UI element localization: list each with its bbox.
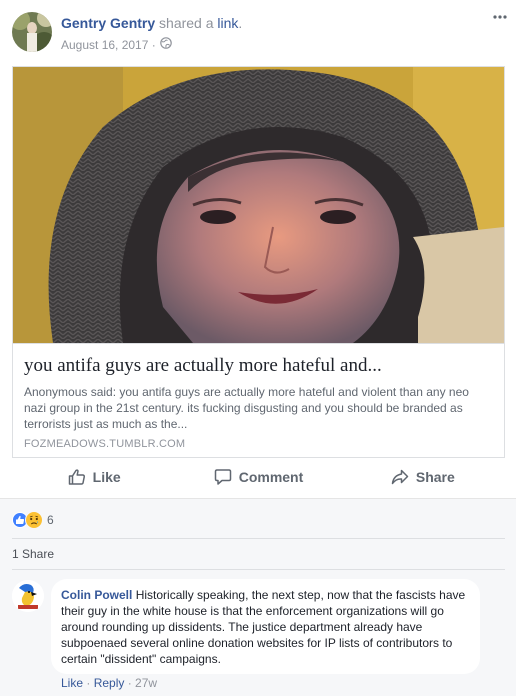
shared-link-card[interactable]: you antifa guys are actually more hatefu… — [12, 66, 505, 458]
like-label: Like — [92, 469, 121, 485]
comment-bubble-icon — [214, 468, 232, 486]
comment-reply-link[interactable]: Reply — [94, 676, 125, 690]
comment-like-link[interactable]: Like — [61, 676, 83, 690]
divider — [12, 538, 505, 539]
comment-label: Comment — [238, 469, 304, 485]
link-text-area[interactable]: you antifa guys are actually more hatefu… — [13, 343, 504, 457]
commenter-name[interactable]: Colin Powell — [61, 588, 132, 602]
shared-link-word[interactable]: link — [217, 15, 238, 31]
comment-button[interactable]: Comment — [176, 458, 340, 496]
separator-dot: · — [83, 676, 94, 690]
share-label: Share — [415, 469, 455, 485]
sad-reaction-icon — [25, 511, 43, 529]
author-name[interactable]: Gentry Gentry — [61, 15, 155, 31]
comment-time[interactable]: 27w — [135, 676, 157, 690]
comment-actions: Like · Reply · 27w — [61, 676, 157, 690]
link-title[interactable]: you antifa guys are actually more hatefu… — [24, 354, 493, 378]
share-button[interactable]: Share — [341, 458, 505, 496]
post-date[interactable]: August 16, 2017 · — [61, 38, 156, 52]
post-card: Gentry Gentry shared a link. August 16, … — [0, 0, 516, 696]
link-description: Anonymous said: you antifa guys are actu… — [24, 385, 469, 431]
action-suffix: . — [238, 15, 243, 31]
link-preview-image[interactable] — [13, 67, 504, 343]
author-avatar[interactable] — [12, 12, 52, 52]
globe-icon — [159, 37, 172, 52]
share-arrow-icon — [391, 468, 409, 486]
separator-dot: · — [124, 676, 136, 690]
more-dots-icon[interactable] — [490, 10, 510, 30]
link-domain: FOZMEADOWS.TUMBLR.COM — [24, 438, 186, 450]
post-meta: August 16, 2017 · — [61, 37, 172, 52]
action-text: shared a — [159, 15, 214, 31]
post-header: Gentry Gentry shared a link. — [61, 15, 242, 31]
like-button[interactable]: Like — [12, 458, 176, 496]
commenter-avatar[interactable] — [12, 580, 44, 612]
reaction-count: 6 — [47, 513, 54, 527]
divider — [12, 569, 505, 570]
share-count[interactable]: 1 Share — [12, 547, 54, 561]
thumbs-up-icon — [68, 468, 86, 486]
action-bar: Like Comment Share — [12, 458, 505, 496]
comment-bubble: Colin Powell Historically speaking, the … — [51, 579, 480, 674]
reaction-summary[interactable]: 6 — [12, 511, 54, 529]
